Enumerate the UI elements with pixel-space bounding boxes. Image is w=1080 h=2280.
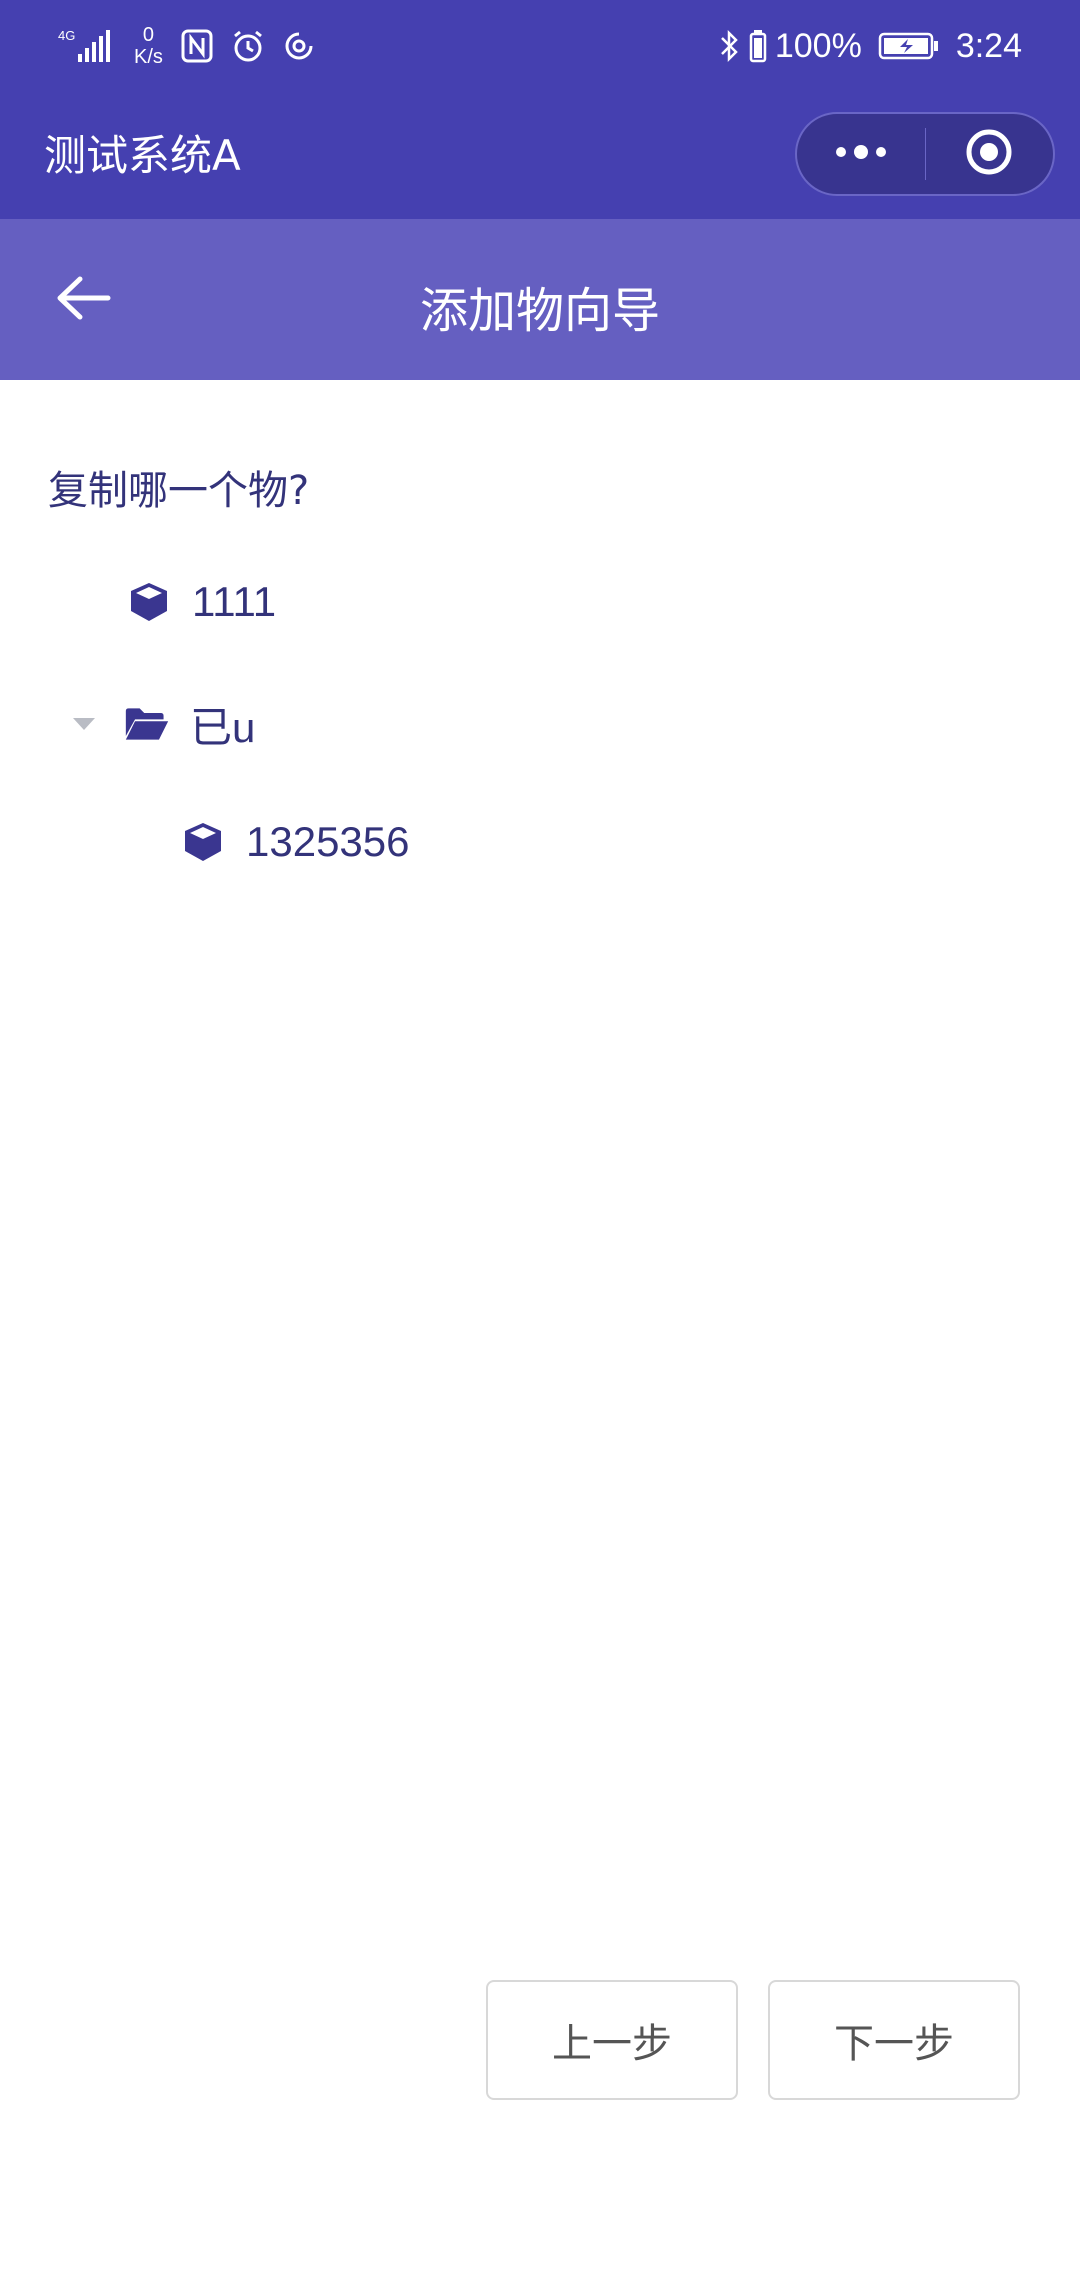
question-text: 复制哪一个物? bbox=[48, 468, 310, 514]
menu-capsule bbox=[795, 112, 1055, 196]
status-bar: 4G 0 K/s 100% 3:24 bbox=[0, 0, 1080, 92]
folder-open-icon bbox=[124, 701, 170, 747]
more-dots-icon bbox=[833, 142, 889, 166]
app-title: 测试系统A bbox=[44, 131, 241, 180]
signal-icon: 4G bbox=[58, 26, 116, 66]
next-step-button[interactable]: 下一步 bbox=[768, 1980, 1020, 2100]
alarm-icon bbox=[231, 29, 265, 63]
target-close-icon bbox=[964, 127, 1014, 181]
nav-header: 添加物向导 bbox=[0, 219, 1080, 380]
nfc-icon bbox=[181, 29, 213, 63]
tree-folder[interactable]: 已u bbox=[70, 686, 255, 762]
app-shell: 4G 0 K/s 100% 3:24 测试系统A 添加物向导 复制哪一个物? 1… bbox=[0, 0, 1080, 2280]
close-button[interactable] bbox=[925, 114, 1053, 194]
clock: 3:24 bbox=[955, 26, 1022, 65]
speed-unit: K/s bbox=[134, 46, 163, 68]
more-button[interactable] bbox=[797, 114, 925, 194]
title-bar: 测试系统A bbox=[0, 92, 1080, 219]
speed-value: 0 bbox=[142, 24, 155, 46]
tree-item-label: 1111 bbox=[192, 578, 277, 625]
tree-item-label: 1325356 bbox=[246, 818, 410, 865]
battery-icon bbox=[749, 29, 767, 63]
top-region: 4G 0 K/s 100% 3:24 测试系统A bbox=[0, 0, 1080, 219]
status-left: 4G 0 K/s bbox=[58, 20, 315, 72]
prev-step-button[interactable]: 上一步 bbox=[486, 1980, 738, 2100]
cube-icon bbox=[126, 579, 172, 625]
charging-battery-icon bbox=[878, 31, 940, 61]
svg-text:4G: 4G bbox=[58, 28, 75, 43]
network-speed: 0 K/s bbox=[134, 24, 163, 68]
tree-folder-label: 已u bbox=[190, 703, 256, 751]
status-right: 100% 3:24 bbox=[719, 20, 1022, 72]
tree-item[interactable]: 1325356 bbox=[180, 804, 410, 880]
sync-icon bbox=[283, 30, 315, 62]
battery-percent: 100% bbox=[774, 26, 862, 65]
tree-item[interactable]: 1111 bbox=[126, 564, 276, 640]
cube-icon bbox=[180, 819, 226, 865]
page-title: 添加物向导 bbox=[419, 283, 660, 339]
bluetooth-icon bbox=[719, 28, 741, 64]
caret-down-icon[interactable] bbox=[70, 715, 98, 733]
